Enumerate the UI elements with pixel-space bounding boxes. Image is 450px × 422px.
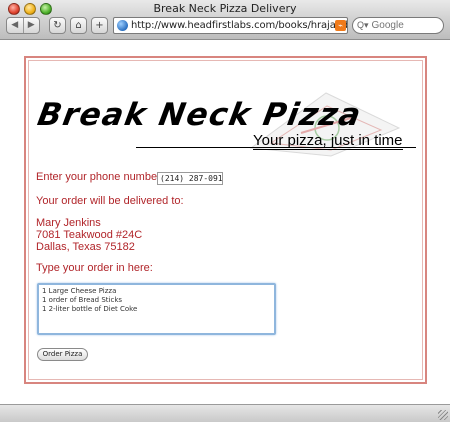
- order-textarea[interactable]: 1 Large Cheese Pizza 1 order of Bread St…: [37, 283, 276, 335]
- phone-input[interactable]: [157, 172, 223, 185]
- search-field[interactable]: Q▾: [352, 17, 444, 34]
- browser-window: Break Neck Pizza Delivery ◀ ▶ ↻ ⌂ + http…: [0, 0, 450, 422]
- browser-toolbar: Break Neck Pizza Delivery ◀ ▶ ↻ ⌂ + http…: [0, 0, 450, 40]
- globe-icon: [117, 20, 128, 31]
- search-icon[interactable]: Q▾: [357, 20, 369, 31]
- window-bottom-bar: [0, 404, 450, 422]
- url-text[interactable]: http://www.headfirstlabs.com/books/hraja…: [131, 20, 347, 31]
- address-bar[interactable]: http://www.headfirstlabs.com/books/hraja…: [113, 17, 348, 34]
- order-label: Type your order in here:: [36, 262, 153, 274]
- home-icon[interactable]: ⌂: [70, 17, 87, 34]
- back-icon[interactable]: ◀: [7, 18, 23, 33]
- address-city: Dallas, Texas 75182: [36, 241, 135, 253]
- resize-handle-icon[interactable]: [438, 410, 448, 420]
- order-pizza-button[interactable]: Order Pizza: [37, 348, 88, 361]
- rss-icon[interactable]: ⌁: [335, 20, 346, 31]
- window-title: Break Neck Pizza Delivery: [153, 2, 297, 15]
- tagline: Your pizza, just in time: [253, 132, 403, 150]
- delivery-address: Mary Jenkins 7081 Teakwood #24C Dallas, …: [36, 217, 142, 253]
- reload-icon[interactable]: ↻: [49, 17, 66, 34]
- search-input[interactable]: [371, 20, 436, 31]
- back-forward-group: ◀ ▶: [6, 17, 40, 34]
- address-name: Mary Jenkins: [36, 217, 101, 229]
- forward-icon[interactable]: ▶: [22, 18, 40, 33]
- add-bookmark-icon[interactable]: +: [91, 17, 108, 34]
- phone-label: Enter your phone number:: [36, 171, 164, 183]
- page-content: Break Neck Pizza Your pizza, just in tim…: [0, 41, 450, 404]
- address-street: 7081 Teakwood #24C: [36, 229, 143, 241]
- delivery-label: Your order will be delivered to:: [36, 195, 184, 207]
- page-frame: Break Neck Pizza Your pizza, just in tim…: [24, 56, 427, 384]
- break-neck-logo: Break Neck Pizza: [34, 97, 365, 133]
